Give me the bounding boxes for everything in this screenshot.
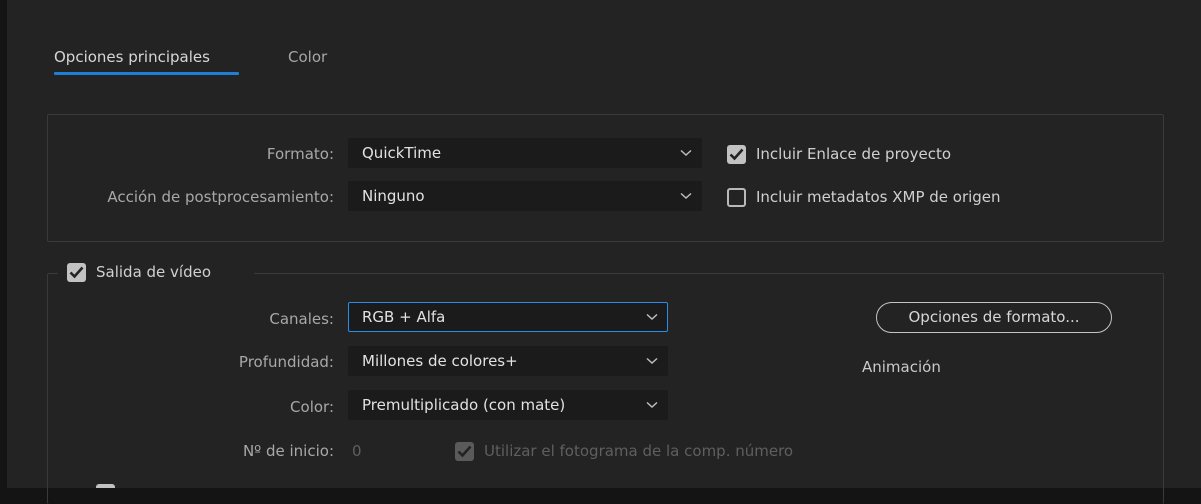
include-project-link-checkbox[interactable] (727, 145, 746, 164)
channels-value: RGB + Alfa (362, 308, 446, 326)
next-row-checkbox[interactable] (96, 484, 115, 488)
format-select-value: QuickTime (362, 144, 442, 162)
format-group (47, 114, 1164, 242)
chevron-down-icon (680, 149, 692, 157)
chevron-down-icon (680, 192, 692, 200)
tab-main-options[interactable]: Opciones principales (54, 48, 210, 66)
channels-label: Canales: (269, 310, 334, 328)
post-processing-value: Ninguno (362, 187, 425, 205)
codec-text: Animación (862, 358, 941, 376)
depth-select[interactable]: Millones de colores+ (348, 346, 668, 376)
use-comp-frame-label: Utilizar el fotograma de la comp. número (484, 442, 794, 460)
color-value: Premultiplicado (con mate) (362, 396, 566, 414)
color-label: Color: (290, 398, 334, 416)
start-number-input[interactable]: 0 (352, 442, 362, 460)
active-tab-indicator (54, 72, 239, 75)
post-processing-label: Acción de postprocesamiento: (107, 188, 334, 206)
format-label: Formato: (266, 145, 334, 163)
color-select[interactable]: Premultiplicado (con mate) (348, 390, 668, 420)
format-options-button[interactable]: Opciones de formato... (876, 302, 1112, 333)
start-number-label: Nº de inicio: (242, 442, 334, 460)
post-processing-select[interactable]: Ninguno (348, 181, 702, 211)
include-project-link-label: Incluir Enlace de proyecto (756, 145, 952, 163)
depth-value: Millones de colores+ (362, 352, 518, 370)
format-select[interactable]: QuickTime (348, 138, 702, 168)
channels-select[interactable]: RGB + Alfa (348, 302, 668, 332)
chevron-down-icon (646, 313, 658, 321)
video-output-checkbox[interactable] (67, 263, 86, 282)
chevron-down-icon (646, 401, 658, 409)
chevron-down-icon (646, 357, 658, 365)
video-output-label: Salida de vídeo (96, 263, 212, 281)
include-xmp-checkbox[interactable] (727, 188, 746, 207)
include-xmp-label: Incluir metadatos XMP de origen (756, 188, 1001, 206)
depth-label: Profundidad: (238, 353, 334, 371)
tab-color[interactable]: Color (288, 48, 327, 66)
use-comp-frame-checkbox[interactable] (455, 442, 474, 461)
